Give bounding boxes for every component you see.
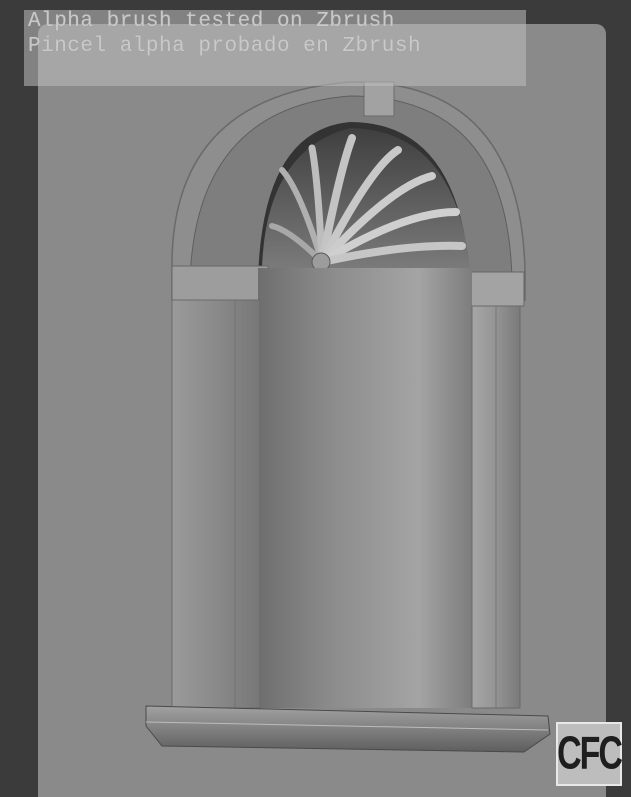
screenshot-stage: Alpha brush tested on Zbrush Pincel alph… xyxy=(0,0,631,797)
keystone xyxy=(363,81,395,117)
arched-niche-render xyxy=(145,81,551,753)
caption-line-english: Alpha brush tested on Zbrush xyxy=(28,10,395,33)
caption-line-spanish: Pincel alpha probado en Zbrush xyxy=(28,35,422,58)
logo-text: CFC xyxy=(557,727,623,779)
impost-left xyxy=(171,265,269,301)
niche-back xyxy=(258,268,472,708)
cfc-logo: CFC xyxy=(556,722,623,786)
caption-overlay: Alpha brush tested on Zbrush Pincel alph… xyxy=(24,10,526,86)
impost-right xyxy=(463,271,525,307)
pilaster-left xyxy=(171,299,261,709)
